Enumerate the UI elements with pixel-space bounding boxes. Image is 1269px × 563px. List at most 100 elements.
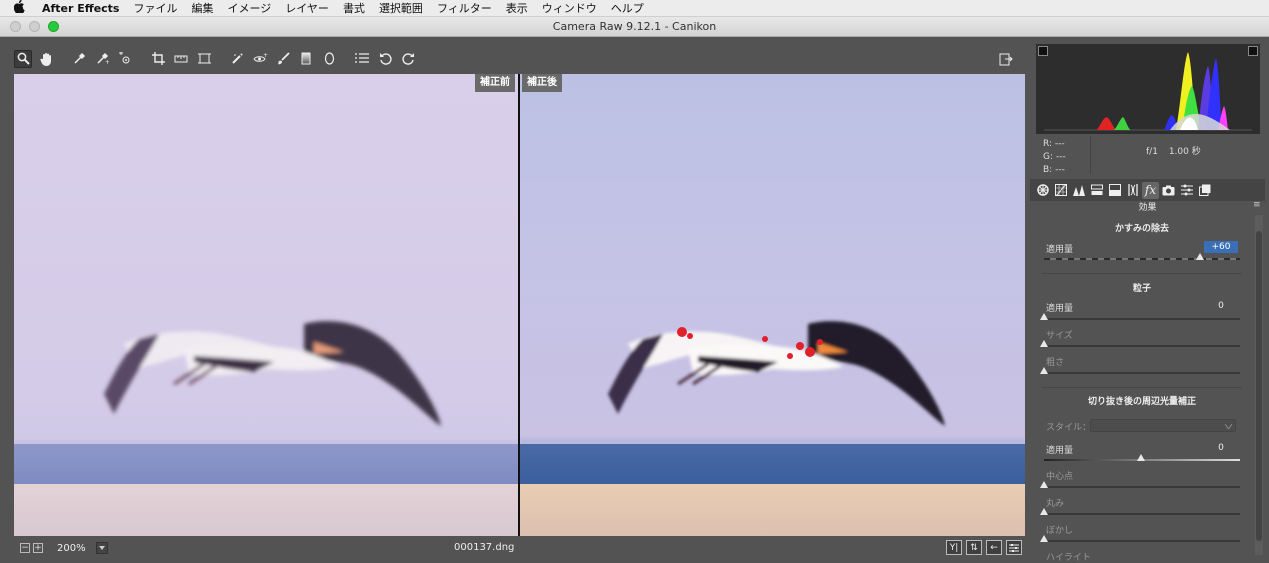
menu-edit[interactable]: 編集 [191,0,213,16]
grain-size-label: サイズ [1046,331,1073,341]
target-adjust-icon[interactable] [116,50,134,68]
svg-text:+: + [263,53,268,59]
vignette-roundness-slider[interactable] [1044,513,1240,515]
tool-bar: + + [14,46,1025,71]
menu-help[interactable]: ヘルプ [611,0,644,16]
aperture-value: f/1 [1146,147,1158,157]
dehaze-amount-slider[interactable] [1044,258,1240,260]
rotate-cw-icon[interactable] [399,50,417,68]
menu-view[interactable]: 表示 [506,0,528,16]
panel-title: 効果 [1138,203,1157,213]
zoom-out-button[interactable]: − [20,543,30,553]
grain-size-slider[interactable] [1044,345,1240,347]
swap-settings-icon[interactable]: ⇅ [966,540,982,555]
tab-basic-icon[interactable] [1034,182,1051,199]
grain-amount-slider[interactable] [1044,318,1240,320]
menu-type[interactable]: 書式 [343,0,365,16]
tab-tone-curve-icon[interactable] [1052,182,1069,199]
copy-settings-icon[interactable]: ← [986,540,1002,555]
vignette-feather-thumb[interactable] [1040,535,1048,542]
zoom-dropdown[interactable] [95,542,108,554]
close-window-button[interactable] [10,21,21,32]
zoom-window-button[interactable] [48,21,59,32]
redeye-icon[interactable]: + [251,50,269,68]
highlight-clipping-toggle[interactable] [1248,46,1258,56]
after-preview[interactable] [520,74,1025,536]
tab-detail-icon[interactable] [1070,182,1087,199]
window-titlebar: Camera Raw 9.12.1 - Canikon [0,17,1269,37]
grain-amount-value[interactable]: 0 [1204,300,1238,312]
vignette-feather-slider[interactable] [1044,540,1240,542]
menu-layer[interactable]: レイヤー [285,0,329,16]
before-image [14,74,518,536]
effects-panel: かすみの除去 適用量 +60 粒子 適用量 0 サイズ 粗さ 切り抜き後の周辺光… [1030,215,1254,563]
grain-amount-thumb[interactable] [1040,313,1048,320]
white-balance-icon[interactable] [70,50,88,68]
zoom-in-button[interactable]: + [33,543,43,553]
apple-menu-icon[interactable] [13,0,30,16]
before-preview[interactable] [14,74,518,536]
spot-removal-icon[interactable] [228,50,246,68]
vignette-heading: 切り抜き後の周辺光量補正 [1087,397,1196,407]
after-image [520,74,1025,536]
presets-list-icon[interactable] [353,50,371,68]
open-preferences-icon[interactable] [997,50,1015,68]
grain-size-thumb[interactable] [1040,340,1048,347]
image-preview[interactable]: 補正前 補正後 [14,74,1025,536]
color-sampler-icon[interactable]: + [93,50,111,68]
dehaze-slider-thumb[interactable] [1196,253,1204,260]
vignette-roundness-label: 丸み [1046,499,1065,509]
window-controls [10,21,59,32]
app-menu[interactable]: After Effects [42,2,119,15]
tab-lens-icon[interactable] [1124,182,1141,199]
svg-text:+: + [105,59,109,65]
tab-hsl-icon[interactable] [1088,182,1105,199]
status-bar: − + 200% 000137.dng Y| ⇅ ← [14,537,1025,559]
vignette-roundness-thumb[interactable] [1040,508,1048,515]
grain-roughness-slider[interactable] [1044,372,1240,374]
radial-filter-icon[interactable] [320,50,338,68]
vignette-amount-thumb[interactable] [1137,454,1145,461]
tab-presets-icon[interactable] [1178,182,1195,199]
vignette-midpoint-thumb[interactable] [1040,481,1048,488]
menu-window[interactable]: ウィンドウ [542,0,597,16]
menu-select[interactable]: 選択範囲 [379,0,423,16]
tab-camera-calibration-icon[interactable] [1160,182,1177,199]
panel-scrollbar[interactable] [1255,215,1263,555]
green-readout: G: --- [1043,152,1066,162]
dehaze-amount-value[interactable]: +60 [1204,241,1238,253]
shadow-clipping-toggle[interactable] [1038,46,1048,56]
grain-roughness-thumb[interactable] [1040,367,1048,374]
view-settings-icon[interactable] [1006,540,1022,555]
grain-roughness-label: 粗さ [1046,358,1065,368]
vignette-amount-value[interactable]: 0 [1204,442,1238,454]
before-after-view-icon[interactable]: Y| [946,540,962,555]
tab-split-toning-icon[interactable] [1106,182,1123,199]
red-readout: R: --- [1043,139,1065,149]
grain-amount-label: 適用量 [1046,304,1074,314]
tab-effects-icon[interactable]: fx [1142,181,1159,199]
vignette-midpoint-slider[interactable] [1044,486,1240,488]
panel-tabs: fx [1030,179,1265,201]
menu-file[interactable]: ファイル [133,0,177,16]
rotate-ccw-icon[interactable] [376,50,394,68]
adjustment-brush-icon[interactable] [274,50,292,68]
view-mode-buttons: Y| ⇅ ← [946,540,1022,555]
window-title: Camera Raw 9.12.1 - Canikon [552,20,717,33]
zoom-icon[interactable] [14,49,32,68]
panel-scrollbar-thumb[interactable] [1256,231,1262,541]
menu-image[interactable]: イメージ [227,0,271,16]
tab-snapshots-icon[interactable] [1196,182,1213,199]
panel-menu-icon[interactable]: ≡ [1253,201,1261,210]
minimize-window-button[interactable] [29,21,40,32]
menu-filter[interactable]: フィルター [437,0,492,16]
transform-icon[interactable] [195,50,213,68]
hand-icon[interactable] [37,50,55,68]
straighten-icon[interactable] [172,50,190,68]
vignette-style-dropdown[interactable] [1090,419,1236,432]
crop-icon[interactable] [149,50,167,68]
chevron-down-icon [98,546,105,550]
dehaze-heading: かすみの除去 [1114,224,1169,234]
vignette-amount-label: 適用量 [1046,446,1074,456]
graduated-filter-icon[interactable] [297,50,315,68]
